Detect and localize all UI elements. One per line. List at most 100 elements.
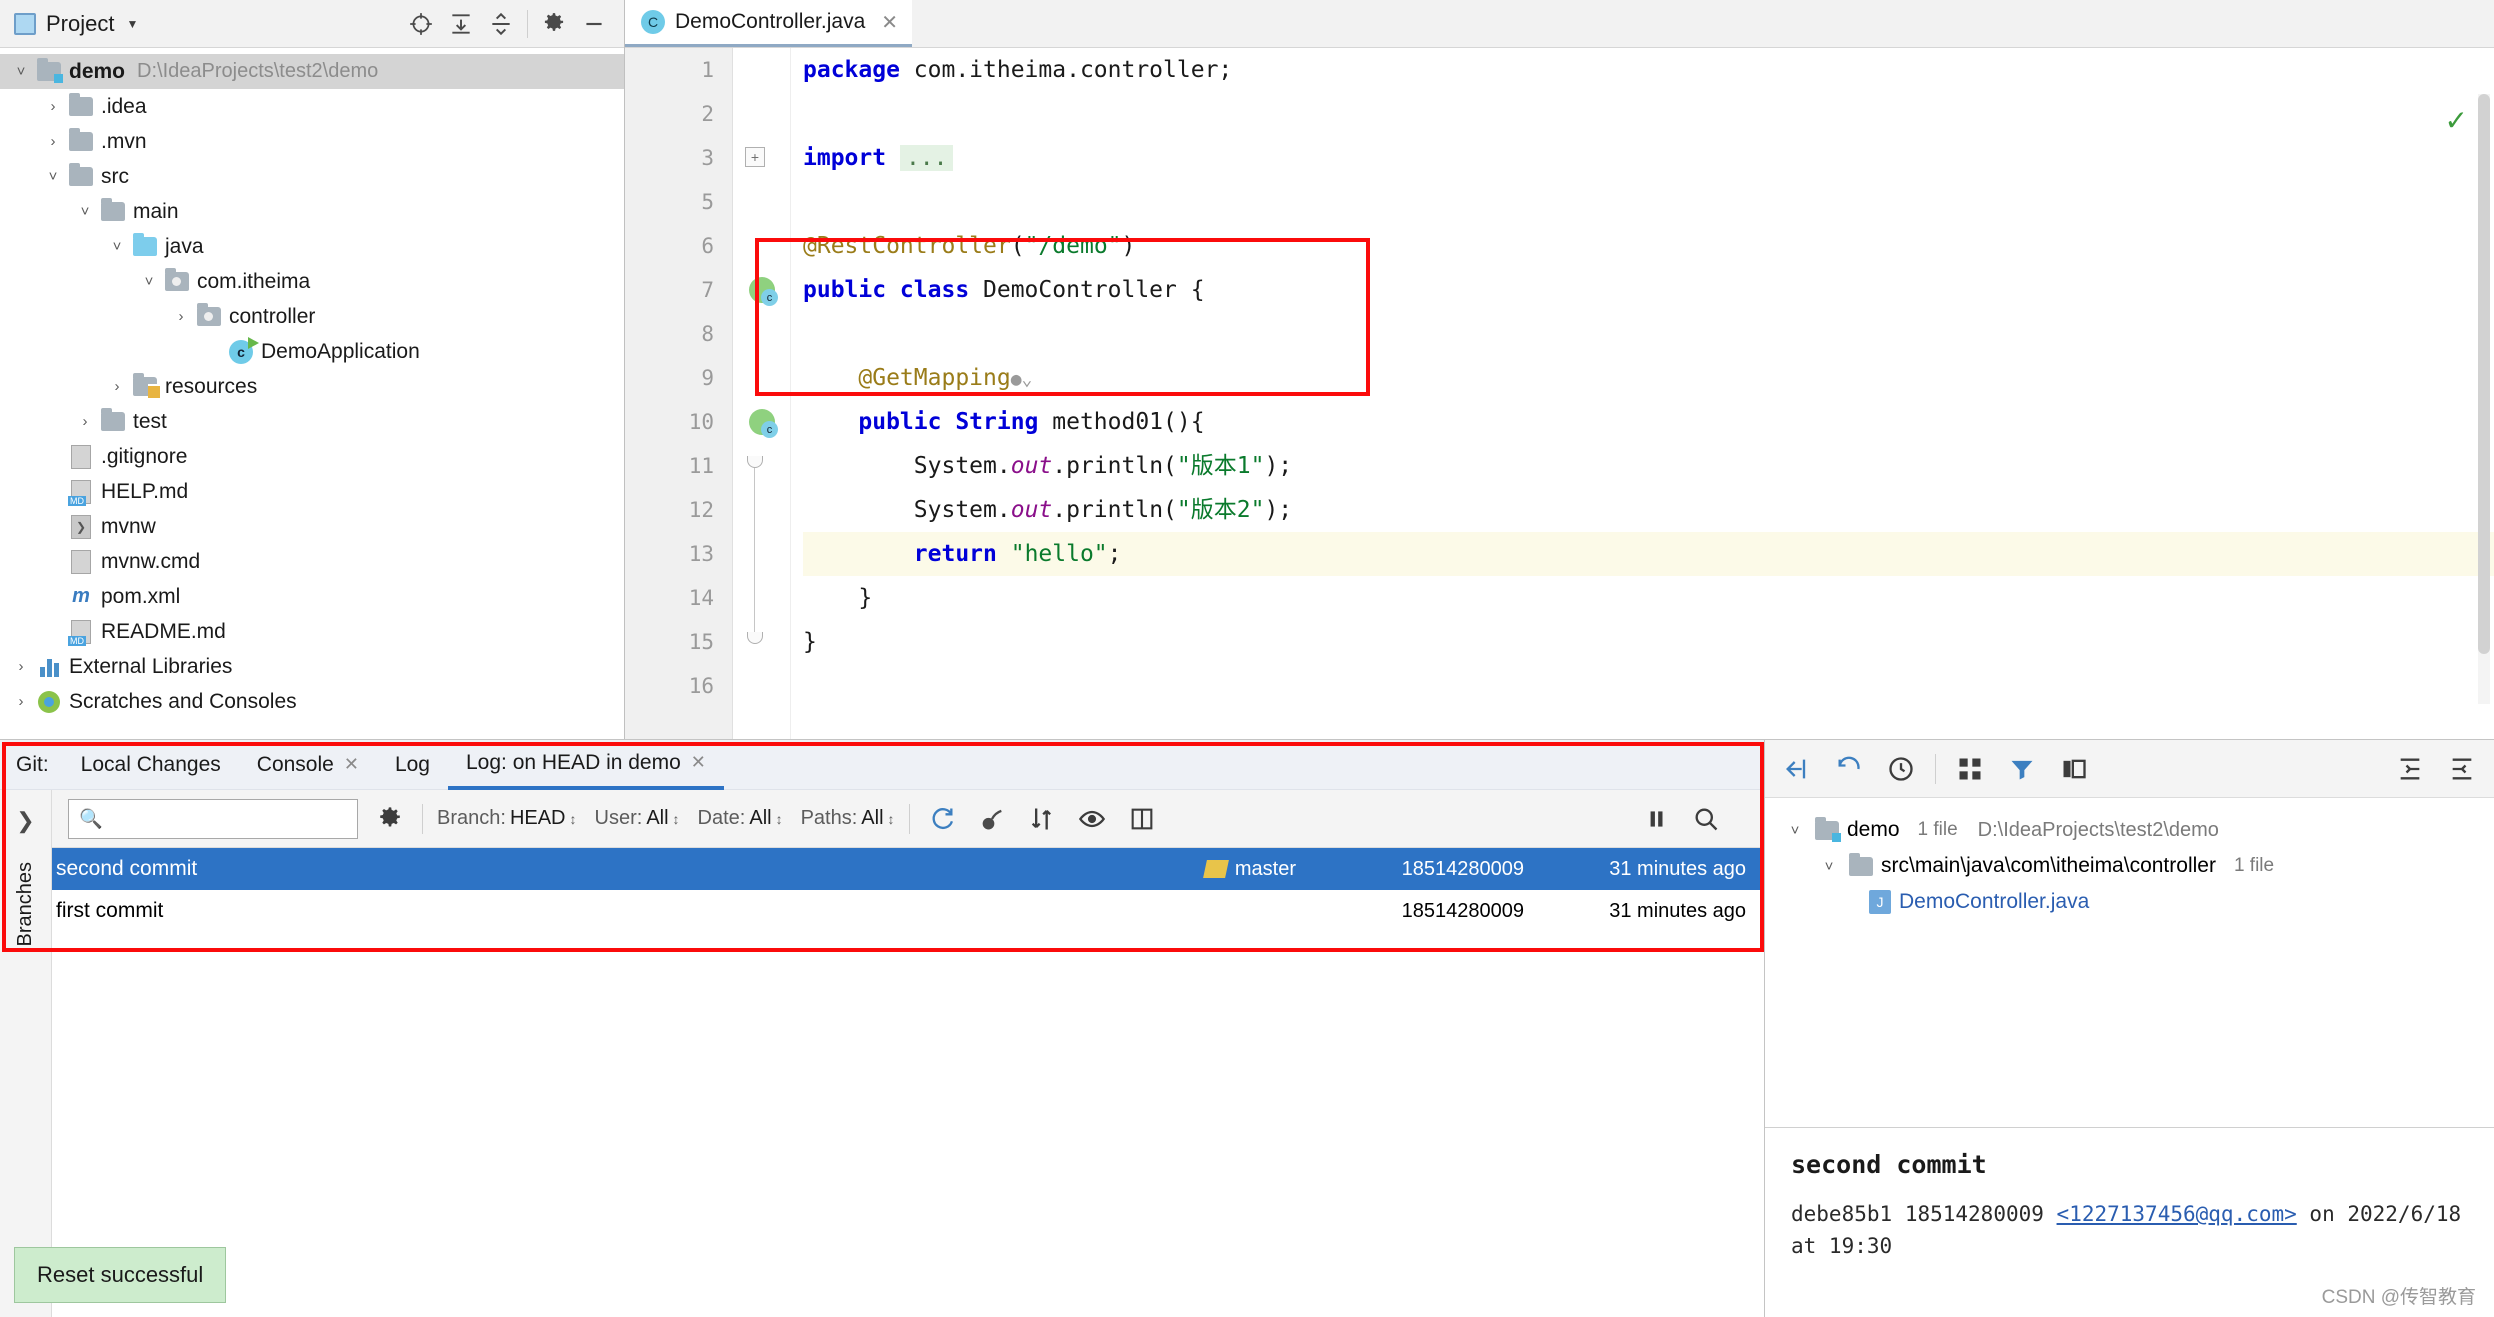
- code-text[interactable]: package com.itheima.controller; import .…: [791, 48, 2494, 739]
- checkmark-icon[interactable]: ✓: [2445, 104, 2468, 137]
- code-line[interactable]: [803, 92, 2494, 136]
- code-line[interactable]: @GetMapping●⌄: [803, 356, 2494, 400]
- code-line[interactable]: return "hello";: [803, 532, 2494, 576]
- chevron-right-icon[interactable]: ›: [72, 413, 98, 430]
- fold-collapse-icon[interactable]: [747, 456, 763, 468]
- tree-row[interactable]: ˅ src: [0, 159, 624, 194]
- cherry-pick-icon[interactable]: [974, 801, 1010, 837]
- gear-icon[interactable]: [372, 801, 408, 837]
- changes-folder-row[interactable]: ˅ src\main\java\com\itheima\controller 1…: [1783, 848, 2494, 884]
- git-filter[interactable]: Paths: All ↕: [801, 807, 895, 830]
- tree-row[interactable]: › HELP.md: [0, 474, 624, 509]
- code-line[interactable]: public class DemoController {: [803, 268, 2494, 312]
- git-tab[interactable]: Local Changes: [63, 740, 239, 790]
- code-line[interactable]: package com.itheima.controller;: [803, 48, 2494, 92]
- tree-row[interactable]: › mvnw.cmd: [0, 544, 624, 579]
- expand-icon[interactable]: [1779, 751, 1815, 787]
- code-line[interactable]: [803, 312, 2494, 356]
- code-line[interactable]: [803, 664, 2494, 708]
- fold-expand-icon[interactable]: +: [745, 147, 765, 167]
- tree-row[interactable]: ˅ java: [0, 229, 624, 264]
- search-icon[interactable]: [1688, 801, 1724, 837]
- pause-icon[interactable]: [1638, 801, 1674, 837]
- fold-collapse-icon[interactable]: [747, 632, 763, 644]
- group-icon[interactable]: [1952, 751, 1988, 787]
- git-log-filters[interactable]: Branch: HEAD ↕ User: All ↕ Date: All ↕ P…: [437, 807, 895, 830]
- tree-row[interactable]: › .mvn: [0, 124, 624, 159]
- commit-email[interactable]: <1227137456@qq.com>: [2057, 1202, 2297, 1226]
- gear-icon[interactable]: [534, 4, 574, 44]
- branch-tag[interactable]: master: [1202, 858, 1296, 881]
- tree-row[interactable]: › c DemoApplication: [0, 334, 624, 369]
- code-line[interactable]: }: [803, 620, 2494, 664]
- code-line[interactable]: System.out.println("版本2");: [803, 488, 2494, 532]
- git-tabbar[interactable]: Git: Local Changes Console ✕ Log Log: on…: [0, 740, 1764, 790]
- git-filter[interactable]: Date: All ↕: [698, 807, 783, 830]
- tree-row[interactable]: › .idea: [0, 89, 624, 124]
- tree-row[interactable]: › External Libraries: [0, 649, 624, 684]
- close-icon[interactable]: ✕: [344, 754, 359, 775]
- git-tab[interactable]: Log: on HEAD in demo ✕: [447, 740, 724, 790]
- code-line[interactable]: System.out.println("版本1");: [803, 444, 2494, 488]
- tree-row[interactable]: ˅ com.itheima: [0, 264, 624, 299]
- tree-row[interactable]: › ❯ mvnw: [0, 509, 624, 544]
- code-editor[interactable]: 1235678910111213141516 + package com.ith…: [625, 48, 2494, 739]
- tree-row[interactable]: › test: [0, 404, 624, 439]
- code-line[interactable]: import ...: [803, 136, 2494, 180]
- tree-row[interactable]: › README.md: [0, 614, 624, 649]
- changes-file-row[interactable]: DemoController.java: [1783, 884, 2494, 920]
- commit-row[interactable]: second commit master 18514280009 31 minu…: [0, 848, 1764, 890]
- filter-icon[interactable]: [2004, 751, 2040, 787]
- expand-all-icon[interactable]: [441, 4, 481, 44]
- chevron-updown-icon[interactable]: ↕: [570, 811, 577, 827]
- commit-row[interactable]: first commit 18514280009 31 minutes ago: [0, 890, 1764, 932]
- align-right-icon[interactable]: [2444, 751, 2480, 787]
- run-class-gutter-icon[interactable]: [749, 277, 778, 306]
- chevron-down-icon[interactable]: ˅: [104, 238, 130, 255]
- chevron-right-icon[interactable]: ›: [104, 378, 130, 395]
- tree-row[interactable]: ˅ demo D:\IdeaProjects\test2\demo: [0, 54, 624, 89]
- editor-scrollbar[interactable]: [2478, 94, 2490, 704]
- close-icon[interactable]: ✕: [881, 10, 898, 35]
- chevron-right-icon[interactable]: ›: [40, 98, 66, 115]
- git-tab[interactable]: Log: [377, 740, 448, 790]
- chevron-updown-icon[interactable]: ↕: [888, 811, 895, 827]
- minimize-icon[interactable]: [574, 4, 614, 44]
- eye-icon[interactable]: [1074, 801, 1110, 837]
- chevron-down-icon[interactable]: ▼: [126, 17, 138, 31]
- locate-icon[interactable]: [401, 4, 441, 44]
- layout-icon[interactable]: [2056, 751, 2092, 787]
- chevron-right-icon[interactable]: ›: [8, 693, 34, 710]
- branches-rail[interactable]: ❯ Branches: [0, 790, 52, 1317]
- code-line[interactable]: public String method01(){: [803, 400, 2494, 444]
- code-line[interactable]: }: [803, 576, 2494, 620]
- chevron-down-icon[interactable]: ˅: [1817, 858, 1841, 875]
- chevron-down-icon[interactable]: ˅: [8, 63, 34, 80]
- editor-tab-democontroller[interactable]: C DemoController.java ✕: [625, 0, 913, 47]
- changed-files-tree[interactable]: ˅ demo 1 file D:\IdeaProjects\test2\demo…: [1765, 798, 2494, 1127]
- import-fold[interactable]: ...: [899, 145, 954, 171]
- run-endpoint-gutter-icon[interactable]: [749, 409, 778, 438]
- branches-label[interactable]: Branches: [14, 862, 37, 947]
- sort-icon[interactable]: [1024, 801, 1060, 837]
- chevron-right-icon[interactable]: ❯: [11, 808, 41, 834]
- history-icon[interactable]: [1883, 751, 1919, 787]
- gutter-icons[interactable]: +: [733, 48, 791, 739]
- chevron-down-icon[interactable]: ˅: [72, 203, 98, 220]
- tree-row[interactable]: › resources: [0, 369, 624, 404]
- chevron-down-icon[interactable]: ˅: [136, 273, 162, 290]
- code-line[interactable]: @RestController("/demo"): [803, 224, 2494, 268]
- chevron-right-icon[interactable]: ›: [40, 133, 66, 150]
- align-left-icon[interactable]: [2392, 751, 2428, 787]
- chevron-updown-icon[interactable]: ↕: [673, 811, 680, 827]
- chevron-right-icon[interactable]: ›: [168, 308, 194, 325]
- chevron-updown-icon[interactable]: ↕: [776, 811, 783, 827]
- git-tab[interactable]: Console ✕: [239, 740, 377, 790]
- chevron-down-icon[interactable]: ˅: [40, 168, 66, 185]
- git-filter[interactable]: Branch: HEAD ↕: [437, 807, 577, 830]
- code-line[interactable]: [803, 180, 2494, 224]
- revert-icon[interactable]: [1831, 751, 1867, 787]
- changes-root-row[interactable]: ˅ demo 1 file D:\IdeaProjects\test2\demo: [1783, 812, 2494, 848]
- chevron-right-icon[interactable]: ›: [8, 658, 34, 675]
- project-tree[interactable]: ˅ demo D:\IdeaProjects\test2\demo › .ide…: [0, 48, 624, 739]
